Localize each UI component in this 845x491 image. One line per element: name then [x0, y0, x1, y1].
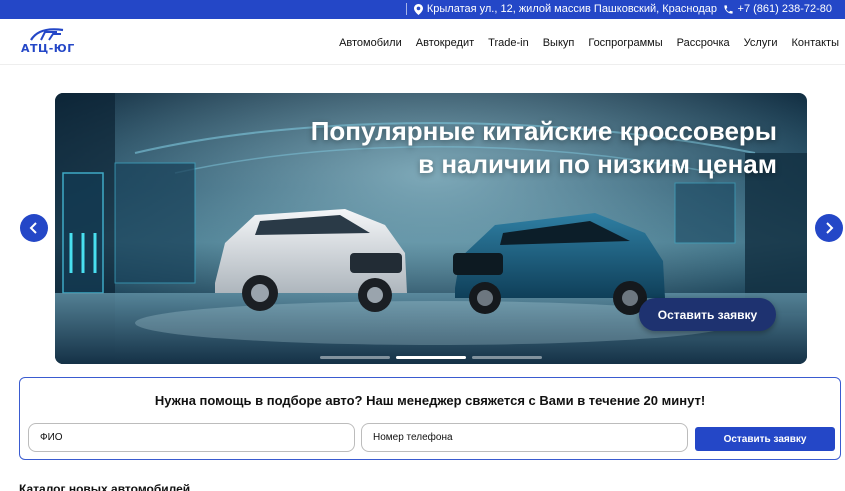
site-header: АТЦ-ЮГ Автомобили Автокредит Trade-in Вы… — [0, 19, 845, 65]
slider-prev-button[interactable] — [20, 214, 48, 242]
hero-request-button[interactable]: Оставить заявку — [639, 298, 776, 331]
logo[interactable]: АТЦ-ЮГ — [21, 28, 77, 58]
hero-title-line-1: Популярные китайские кроссоверы — [310, 116, 777, 146]
catalog-heading: Каталог новых автомобилей — [19, 482, 191, 491]
main-nav: Автомобили Автокредит Trade-in Выкуп Гос… — [339, 37, 839, 49]
chevron-left-icon — [29, 222, 37, 234]
logo-text: АТЦ-ЮГ — [21, 42, 75, 55]
nav-item-gov-programs[interactable]: Госпрограммы — [588, 37, 662, 49]
top-bar: Крылатая ул., 12, жилой массив Пашковски… — [0, 0, 845, 19]
location-pin-icon — [413, 3, 423, 15]
slider-dot-1[interactable] — [320, 356, 390, 359]
phone-field[interactable] — [361, 423, 688, 452]
nav-item-cars[interactable]: Автомобили — [339, 37, 402, 49]
phone-link[interactable]: +7 (861) 238-72-80 — [723, 3, 832, 15]
hero-slider[interactable]: Популярные китайские кроссоверы в наличи… — [55, 93, 807, 364]
phone-icon — [723, 4, 733, 14]
nav-item-contacts[interactable]: Контакты — [791, 37, 839, 49]
slider-dot-2[interactable] — [396, 356, 466, 359]
address[interactable]: Крылатая ул., 12, жилой массив Пашковски… — [405, 3, 717, 15]
hero-title: Популярные китайские кроссоверы в наличи… — [311, 115, 777, 181]
divider — [405, 3, 407, 15]
nav-item-buyout[interactable]: Выкуп — [543, 37, 575, 49]
lead-form-title: Нужна помощь в подборе авто? Наш менедже… — [154, 393, 706, 408]
name-field[interactable] — [28, 423, 355, 452]
nav-item-trade-in[interactable]: Trade-in — [488, 37, 529, 49]
address-text: Крылатая ул., 12, жилой массив Пашковски… — [426, 3, 717, 15]
lead-form: Нужна помощь в подборе авто? Наш менедже… — [19, 377, 841, 460]
logo-mark-icon — [30, 28, 64, 41]
slider-pagination — [320, 356, 542, 359]
slider-dot-3[interactable] — [472, 356, 542, 359]
nav-item-installment[interactable]: Рассрочка — [677, 37, 730, 49]
slider-next-button[interactable] — [815, 214, 843, 242]
chevron-right-icon — [826, 222, 834, 234]
phone-text: +7 (861) 238-72-80 — [737, 3, 832, 15]
lead-form-submit-button[interactable]: Оставить заявку — [695, 427, 835, 451]
nav-item-credit[interactable]: Автокредит — [416, 37, 474, 49]
nav-item-services[interactable]: Услуги — [744, 37, 778, 49]
hero-title-line-2: в наличии по низким ценам — [418, 149, 777, 179]
